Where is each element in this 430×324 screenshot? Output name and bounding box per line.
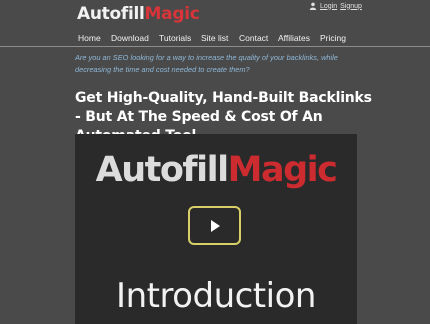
nav-item-tutorials[interactable]: Tutorials: [159, 31, 191, 45]
user-icon: [309, 2, 317, 10]
auth-links: Login Signup: [309, 2, 362, 10]
logo-part-1: Autofill: [77, 4, 145, 24]
nav-item-site-list[interactable]: Site list: [201, 31, 228, 45]
play-icon: [211, 219, 220, 232]
video-logo-part-1: Autofill: [95, 150, 230, 190]
video-title: Introduction: [116, 276, 316, 316]
video-player[interactable]: AutofillMagic Introduction: [75, 134, 357, 324]
play-button[interactable]: [188, 206, 241, 245]
site-logo[interactable]: AutofillMagic: [77, 3, 200, 25]
signup-link[interactable]: Signup: [340, 3, 362, 10]
video-logo-part-2: Magic: [227, 150, 338, 190]
nav-divider: [0, 46, 430, 47]
video-logo: AutofillMagic: [75, 148, 357, 192]
nav-item-contact[interactable]: Contact: [239, 31, 268, 45]
nav-item-pricing[interactable]: Pricing: [320, 31, 346, 45]
logo-part-2: Magic: [144, 4, 200, 24]
login-link[interactable]: Login: [320, 3, 337, 10]
site-header: AutofillMagic Login Signup: [0, 0, 430, 30]
nav-item-download[interactable]: Download: [111, 31, 149, 45]
intro-text: Are you an SEO looking for a way to incr…: [75, 53, 338, 74]
nav-item-home[interactable]: Home: [78, 31, 101, 45]
main-nav: Home Download Tutorials Site list Contac…: [0, 31, 430, 45]
nav-item-affiliates[interactable]: Affiliates: [278, 31, 310, 45]
